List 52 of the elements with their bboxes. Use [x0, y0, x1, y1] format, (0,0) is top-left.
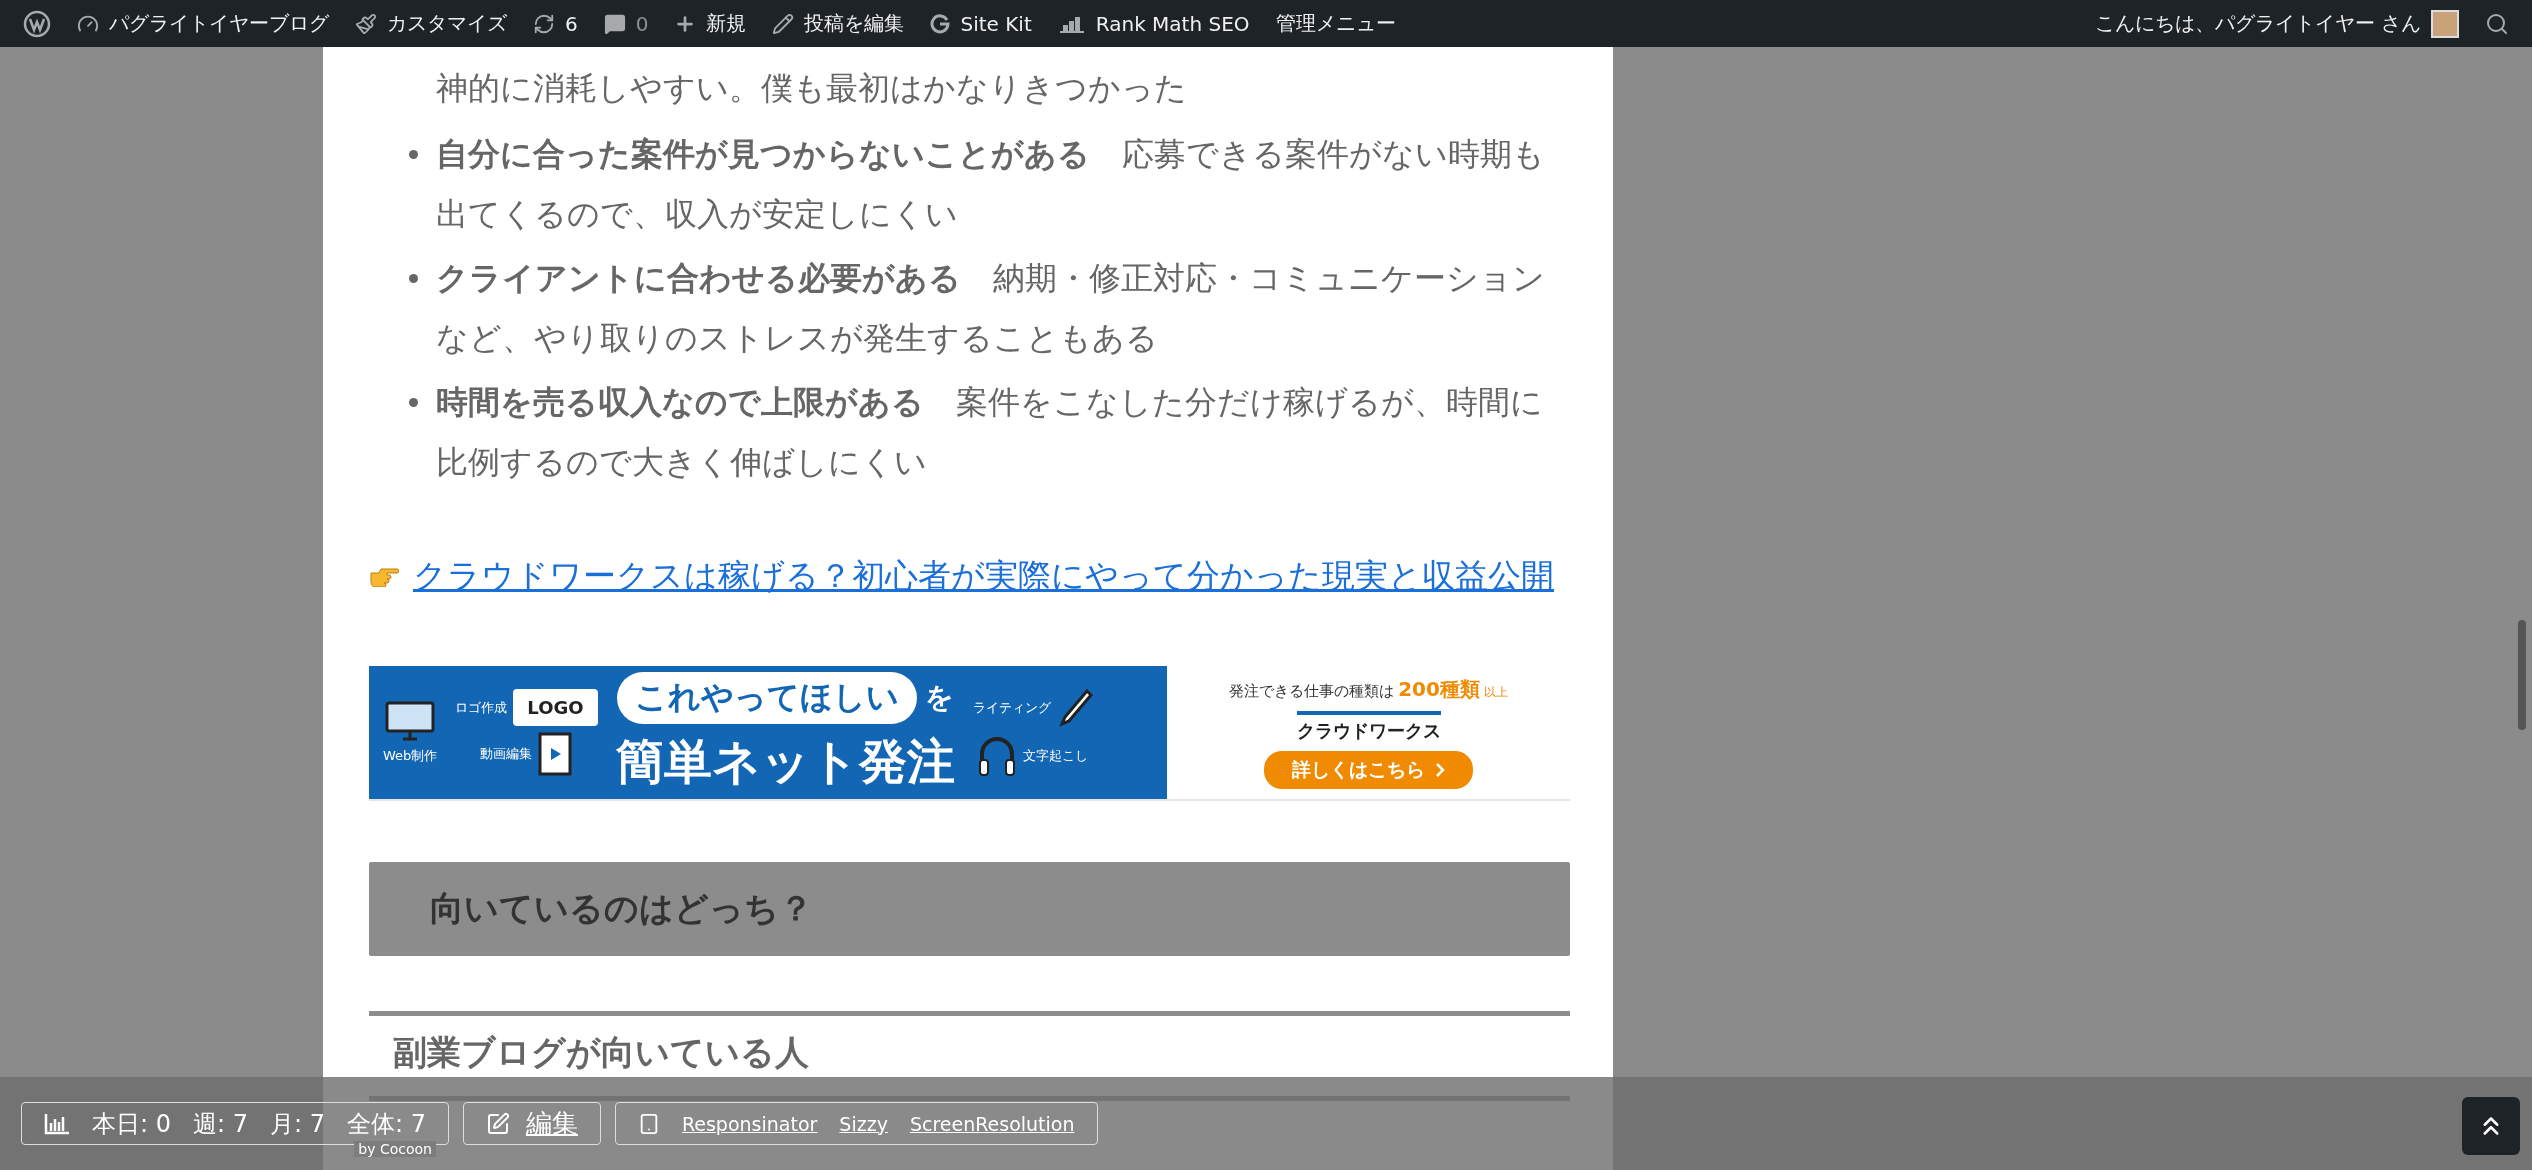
film-icon — [538, 732, 573, 776]
section-heading: 向いているのはどっち？ — [369, 862, 1570, 956]
refresh-icon — [533, 12, 555, 35]
back-to-top-button[interactable] — [2462, 1097, 2520, 1155]
banner-headline: 簡単ネット発注 — [615, 731, 955, 791]
counter-stat: 月: 7 — [269, 1108, 325, 1140]
list-item: クライアントに合わせる必要がある 納期・修正対応・コミュニケーションなど、やり取りのストレスが発生することもある — [436, 258, 1546, 359]
brush-icon — [355, 12, 377, 35]
speech-bubble: これやってほしい — [616, 671, 917, 724]
wordpress-logo-icon — [23, 9, 51, 38]
scrollbar-thumb[interactable] — [2518, 620, 2526, 730]
bullet-icon — [409, 150, 418, 159]
avatar-image — [2431, 9, 2459, 38]
list-item: 自分に合った案件が見つからないことがある 応募できる案件がない時期も出てくるので、収入が安定しにくい — [436, 134, 1546, 235]
banner-text: を — [924, 679, 954, 716]
admin-bar-item[interactable]: 管理メニュー — [1262, 0, 1409, 47]
logo-sample: LOGO — [513, 689, 598, 726]
banner-label: 文字起こし — [1023, 746, 1089, 765]
edit-icon — [485, 1111, 510, 1136]
list-item: 時間を売る収入なので上限がある 案件をこなした分だけ稼げるが、時間に比例するので大きく伸ばしにくい — [436, 382, 1544, 483]
credit-label: by Cocoon — [354, 1141, 436, 1157]
admin-bar-item[interactable]: 新規 — [661, 0, 760, 47]
account-menu[interactable]: こんにちは、パグライトイヤー さん — [2081, 0, 2472, 47]
paragraph-text: 神的に消耗しやすい。僕も最初はかなりきつかった — [436, 68, 1188, 109]
banner-tagline: 発注できる仕事の種類は 200種類 以上 — [1229, 676, 1508, 703]
admin-bar-item[interactable]: カスタマイズ — [342, 0, 520, 47]
counter-stat: 全体: 7 — [346, 1108, 426, 1140]
search-icon — [2485, 11, 2509, 36]
counter-stat: 本日: 0 — [92, 1108, 171, 1140]
admin-bar-item[interactable]: パグライトイヤーブログ — [64, 0, 342, 47]
admin-bar-item[interactable]: Rank Math SEO — [1044, 0, 1263, 47]
admin-bar-item[interactable]: 0 — [590, 0, 662, 47]
bullet-icon — [409, 398, 418, 407]
admin-bar-item[interactable]: 投稿を編集 — [759, 0, 918, 47]
pointing-hand-icon — [369, 565, 399, 587]
counter-stat: 週: 7 — [193, 1108, 248, 1140]
pencil-icon — [772, 12, 795, 35]
brand-logo: クラウドワークス — [1296, 711, 1441, 743]
admin-bar-item[interactable]: Site Kit — [917, 0, 1045, 47]
monitor-icon — [385, 700, 436, 741]
google-g-icon — [930, 13, 951, 34]
banner-label: Web制作 — [383, 746, 438, 765]
comment-icon — [603, 12, 626, 35]
chevron-right-icon — [1435, 762, 1445, 778]
banner-label: ライティング — [972, 698, 1051, 717]
admin-bar-item[interactable]: 6 — [520, 0, 591, 47]
article-link[interactable]: クラウドワークスは稼げる？初心者が実際にやって分かった現実と収益公開 — [413, 553, 1554, 599]
bar-chart-icon — [44, 1112, 70, 1135]
banner-label: 動画編集 — [480, 745, 533, 763]
banner-label: ロゴ作成 — [455, 698, 508, 717]
bullet-icon — [409, 274, 418, 283]
pencil-drawing-icon — [1056, 687, 1093, 728]
